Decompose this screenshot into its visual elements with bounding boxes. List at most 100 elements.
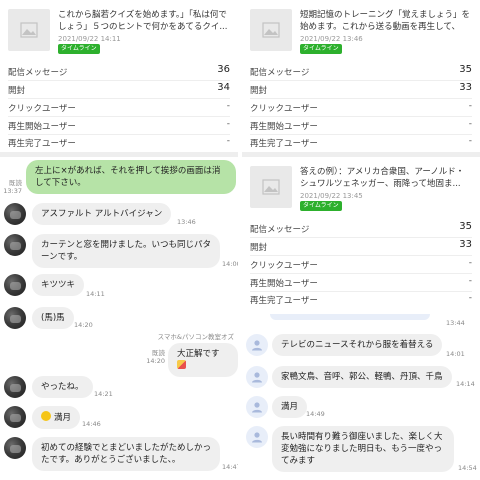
stat-label: 再生完了ユーザー [250,139,318,149]
stat-row-opened: 開封 34 [8,80,230,99]
incoming-message[interactable]: アスファルト アルトバイジャン [32,203,172,225]
stat-label: 開封 [250,243,268,253]
incoming-message[interactable]: キツツキ [32,274,85,296]
read-status: 既読 13:37 [2,179,22,195]
outgoing-message[interactable]: 大正解です [168,343,238,377]
stat-row-opened: 開封 33 [250,80,472,99]
incoming-message[interactable]: テレビのニュースそれから服を着替える [272,334,443,356]
incoming-message[interactable]: カーテンと窓を開けました。いつも同じパターンです。 [32,234,220,268]
stat-value: 33 [459,239,472,250]
message-date: 2021/09/22 13:45 [300,192,363,200]
outgoing-message[interactable]: 左上に×があれば、それを押して挨拶の画面は消して下さい。 [26,160,236,194]
image-placeholder-icon [8,9,50,51]
chat-panel-left: 既読 13:37 左上に×があれば、それを押して挨拶の画面は消して下さい。 アス… [0,157,238,480]
message-date: 2021/09/22 13:46 [300,35,363,43]
avatar[interactable] [4,406,26,428]
stat-row-click: クリックユーザー - [8,98,230,117]
user-icon[interactable] [246,366,268,388]
message-time: 14:54 [458,464,477,472]
message-date: 2021/09/22 14:11 [58,35,121,43]
user-icon[interactable] [246,334,268,356]
stat-row-sent: 配信メッセージ 36 [8,62,230,81]
read-label: 既読 [9,179,22,187]
stat-value: - [226,119,230,129]
avatar[interactable] [4,437,26,459]
message-description: 短期記憶のトレーニング「覚えましょう」を始めます。これから送る動画を再生して、9… [300,10,471,32]
stat-label: クリックユーザー [250,261,318,271]
stat-label: 配信メッセージ [250,68,310,78]
message-time: 13:46 [177,218,196,226]
stat-label: 再生開始ユーザー [8,122,76,132]
stat-value: 34 [217,82,230,93]
avatar[interactable] [4,274,26,296]
message-stats-panel-right-mid: 答えの例）：アメリカ合衆国、アーノルド・シュワルツェネッガー、雨降って地固ま..… [242,157,480,309]
stat-label: 開封 [250,86,268,96]
message-stats-panel-right-top: 短期記憶のトレーニング「覚えましょう」を始めます。これから送る動画を再生して、9… [242,0,480,152]
avatar[interactable] [4,376,26,398]
read-status: 既読 14:20 [145,349,165,365]
user-icon[interactable] [246,426,268,448]
stat-row-sent: 配信メッセージ 35 [250,219,472,238]
timeline-tag: タイムライン [58,44,100,54]
message-time: 14:14 [456,380,475,388]
message-time: 14:46 [82,420,101,428]
incoming-message[interactable]: 初めての経験でとまどいましたがためしかったです。ありがとうございました、。 [32,437,220,471]
incoming-message[interactable]: やったね。 [32,376,93,398]
read-label: 既読 [152,349,165,357]
stat-value: 35 [459,221,472,232]
avatar[interactable] [4,307,26,329]
image-placeholder-icon [250,9,292,51]
avatar[interactable] [4,203,26,225]
stat-value: 35 [459,64,472,75]
image-placeholder-icon [250,166,292,208]
stat-label: 再生完了ユーザー [8,139,76,149]
message-time: 13:37 [3,187,22,195]
stat-value: - [468,293,472,303]
avatar[interactable] [4,234,26,256]
stat-label: 再生開始ユーザー [250,279,318,289]
incoming-message[interactable]: 家鴨文鳥、音呼、郭公、軽鴨、丹頂、千鳥 [272,366,452,388]
stat-label: 開封 [8,86,26,96]
message-time: 14:21 [94,390,113,398]
stat-label: 再生完了ユーザー [250,296,318,306]
user-icon[interactable] [246,396,268,418]
incoming-message[interactable]: 満月 [32,406,81,429]
message-time: 14:11 [86,290,105,298]
stat-label: 配信メッセージ [250,225,310,235]
message-time: 14:01 [446,350,465,358]
stat-value: - [468,101,472,111]
timeline-tag: タイムライン [300,44,342,54]
message-description: これから脳若クイズを始めます。」「私は何でしょう」５つのヒントで何かをあてるクイ… [58,10,228,32]
stat-row-opened: 開封 33 [250,237,472,256]
message-time: 13:44 [446,319,465,327]
stat-value: 36 [217,64,230,75]
stat-value: - [468,136,472,146]
stat-label: 再生開始ユーザー [250,122,318,132]
timeline-tag: タイムライン [300,201,342,211]
incoming-message[interactable]: (馬)馬 [32,307,74,329]
stat-label: クリックユーザー [8,104,76,114]
moon-icon [41,411,51,421]
stat-value: - [468,276,472,286]
partial-message [270,314,430,320]
message-time: 14:49 [306,410,325,418]
stat-value: - [468,258,472,268]
message-description: 答えの例）：アメリカ合衆国、アーノルド・シュワルツェネッガー、雨降って地固ま..… [300,167,465,189]
message-text: 満月 [54,413,72,423]
stat-row-play-complete: 再生完了ユーザー - [250,290,472,308]
message-time: 14:47 [222,463,238,471]
message-time: 14:20 [74,321,93,329]
stat-row-play-complete: 再生完了ユーザー - [250,133,472,151]
stat-value: - [226,136,230,146]
message-time: 14:00 [222,260,238,268]
incoming-message[interactable]: 満月 [272,396,308,418]
message-time: 14:20 [146,357,165,365]
message-stats-panel-left: これから脳若クイズを始めます。」「私は何でしょう」５つのヒントで何かをあてるクイ… [0,0,238,152]
stat-row-sent: 配信メッセージ 35 [250,62,472,81]
sender-name: スマホ&パソコン教室オズ [157,333,234,341]
incoming-message[interactable]: 長い時間有り難う御座いました、楽しく大変勉強になりました明日も、もう一度やってみ… [272,426,454,472]
stat-row-click: クリックユーザー - [250,255,472,274]
stat-value: - [226,101,230,111]
stat-row-click: クリックユーザー - [250,98,472,117]
stat-label: 配信メッセージ [8,68,68,78]
